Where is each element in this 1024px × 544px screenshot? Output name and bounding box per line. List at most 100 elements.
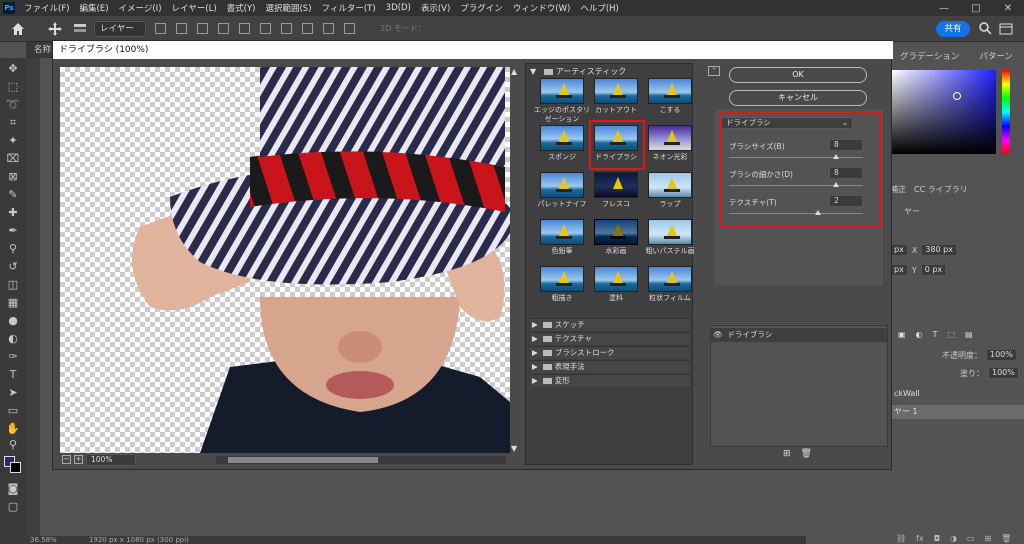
menu-layer[interactable]: レイヤー(L) — [167, 2, 222, 14]
align-left-icon[interactable] — [155, 23, 166, 34]
tab-adjustments[interactable]: 補正 — [890, 184, 906, 195]
category-brush-strokes[interactable]: ▶ ブラシストローク — [530, 346, 690, 359]
eye-icon[interactable]: 👁 — [711, 328, 725, 342]
home-icon[interactable] — [10, 21, 26, 37]
type-icon[interactable]: T — [6, 368, 20, 382]
preview-vertical-scrollbar[interactable]: ▲ ▼ — [510, 67, 520, 453]
scroll-up-icon[interactable]: ▲ — [511, 67, 517, 76]
group-icon[interactable]: ▭ — [967, 534, 975, 543]
eyedropper-icon[interactable]: ✎ — [6, 188, 20, 202]
mask-icon[interactable]: ◘ — [934, 534, 940, 543]
workspace-icon[interactable] — [998, 21, 1014, 37]
filter-thumbnail[interactable] — [540, 125, 584, 151]
path-select-icon[interactable]: ➤ — [6, 386, 20, 400]
move-icon[interactable]: ✥ — [6, 62, 20, 76]
quick-mask-icon[interactable]: ◙ — [6, 482, 20, 496]
rectangle-icon[interactable]: ▭ — [6, 404, 20, 418]
filter-thumbnail[interactable] — [648, 219, 692, 245]
object-select-icon[interactable]: ⌗ — [6, 116, 20, 130]
cancel-button[interactable]: キャンセル — [729, 90, 867, 106]
menu-help[interactable]: ヘルプ(H) — [575, 2, 624, 14]
menu-edit[interactable]: 編集(E) — [75, 2, 114, 14]
filter-shape-icon[interactable]: ⬚ — [947, 330, 955, 339]
gradient-icon[interactable]: ▦ — [6, 296, 20, 310]
filter-thumbnail[interactable] — [540, 266, 584, 292]
fx-icon[interactable]: fx — [916, 534, 924, 543]
lasso-icon[interactable]: ➰ — [6, 98, 20, 112]
zoom-level-dropdown[interactable]: 100% — [86, 454, 136, 466]
x-position-field[interactable]: 380 px — [921, 244, 957, 256]
ok-button[interactable]: OK — [729, 67, 867, 83]
filter-preview[interactable] — [60, 67, 516, 453]
filter-thumbnail[interactable] — [648, 266, 692, 292]
clone-stamp-icon[interactable]: ⚲ — [6, 242, 20, 256]
layer-row[interactable]: ckWall — [890, 387, 1024, 401]
category-stylize[interactable]: ▶ 表現手法 — [530, 360, 690, 373]
layer-row[interactable]: ヤー 1 — [890, 405, 1024, 419]
hand-icon[interactable]: ✋ — [6, 422, 20, 436]
scroll-thumb[interactable] — [228, 457, 378, 463]
fill-field[interactable]: 100% — [988, 367, 1019, 379]
pen-icon[interactable]: ✑ — [6, 350, 20, 364]
filter-thumbnail[interactable] — [594, 172, 638, 198]
adjustment-icon[interactable]: ◑ — [950, 534, 957, 543]
collapse-gallery-button[interactable]: ⌃ — [708, 66, 720, 76]
filter-smart-icon[interactable]: ▤ — [965, 330, 973, 339]
filter-thumbnail[interactable] — [594, 219, 638, 245]
crop-icon[interactable]: ⌧ — [6, 152, 20, 166]
close-window-button[interactable]: ✕ — [992, 3, 1024, 14]
y-position-field[interactable]: 0 px — [920, 264, 947, 276]
distribute-icon[interactable] — [281, 23, 292, 34]
distribute-v-icon[interactable] — [323, 23, 334, 34]
filter-thumbnail[interactable] — [648, 172, 692, 198]
zoom-icon[interactable]: ⚲ — [6, 438, 20, 452]
menu-window[interactable]: ウィンドウ(W) — [508, 2, 576, 14]
scroll-down-icon[interactable]: ▼ — [511, 444, 517, 453]
zoom-out-button[interactable]: − — [62, 455, 71, 464]
status-zoom[interactable]: 36.58% — [30, 536, 57, 544]
auto-select-icon[interactable] — [72, 21, 88, 37]
menu-plugins[interactable]: プラグイン — [455, 2, 508, 14]
tab-patterns[interactable]: パターン — [969, 50, 1013, 62]
menu-image[interactable]: イメージ(I) — [114, 2, 167, 14]
align-middle-icon[interactable] — [239, 23, 250, 34]
filter-thumbnail[interactable] — [648, 78, 692, 104]
filter-thumbnail[interactable] — [540, 172, 584, 198]
category-texture[interactable]: ▶ テクスチャ — [530, 332, 690, 345]
menu-3d[interactable]: 3D(D) — [381, 3, 416, 13]
category-artistic[interactable]: ▼ アーティスティック — [530, 66, 626, 77]
new-effect-layer-icon[interactable]: ⊞ — [783, 449, 791, 459]
height-field[interactable]: px — [890, 264, 908, 276]
tab-gradients[interactable]: グラデーション — [890, 50, 959, 62]
share-button[interactable]: 共有 — [936, 21, 970, 37]
move-tool-icon[interactable] — [48, 22, 62, 36]
filter-thumbnail[interactable] — [540, 78, 584, 104]
more-options-icon[interactable] — [344, 23, 355, 34]
menu-type[interactable]: 書式(Y) — [222, 2, 261, 14]
menu-filter[interactable]: フィルター(T) — [317, 2, 381, 14]
delete-layer-icon[interactable]: 🗑 — [1001, 534, 1011, 543]
blur-icon[interactable]: ● — [6, 314, 20, 328]
filter-type-icon[interactable]: T — [933, 330, 938, 339]
delete-effect-layer-icon[interactable]: 🗑 — [801, 449, 812, 459]
menu-select[interactable]: 選択範囲(S) — [260, 2, 316, 14]
filter-thumbnail[interactable] — [594, 78, 638, 104]
artboard-icon[interactable]: ⬚ — [6, 80, 20, 94]
zoom-in-button[interactable]: + — [74, 455, 83, 464]
filter-thumbnail[interactable] — [540, 219, 584, 245]
filter-pixel-icon[interactable]: ▣ — [898, 330, 906, 339]
align-right-icon[interactable] — [197, 23, 208, 34]
history-brush-icon[interactable]: ↺ — [6, 260, 20, 274]
preview-horizontal-scrollbar[interactable] — [216, 456, 506, 464]
align-center-icon[interactable] — [176, 23, 187, 34]
menu-view[interactable]: 表示(V) — [416, 2, 455, 14]
layer-select-dropdown[interactable]: レイヤー — [94, 21, 146, 37]
filter-adjust-icon[interactable]: ◐ — [916, 330, 923, 339]
category-sketch[interactable]: ▶ スケッチ — [530, 318, 690, 331]
align-bottom-icon[interactable] — [260, 23, 271, 34]
distribute-h-icon[interactable] — [302, 23, 313, 34]
filter-thumbnail[interactable] — [648, 125, 692, 151]
frame-icon[interactable]: ⊠ — [6, 170, 20, 184]
new-layer-icon[interactable]: ⊞ — [985, 534, 992, 543]
opacity-field[interactable]: 100% — [986, 349, 1017, 361]
